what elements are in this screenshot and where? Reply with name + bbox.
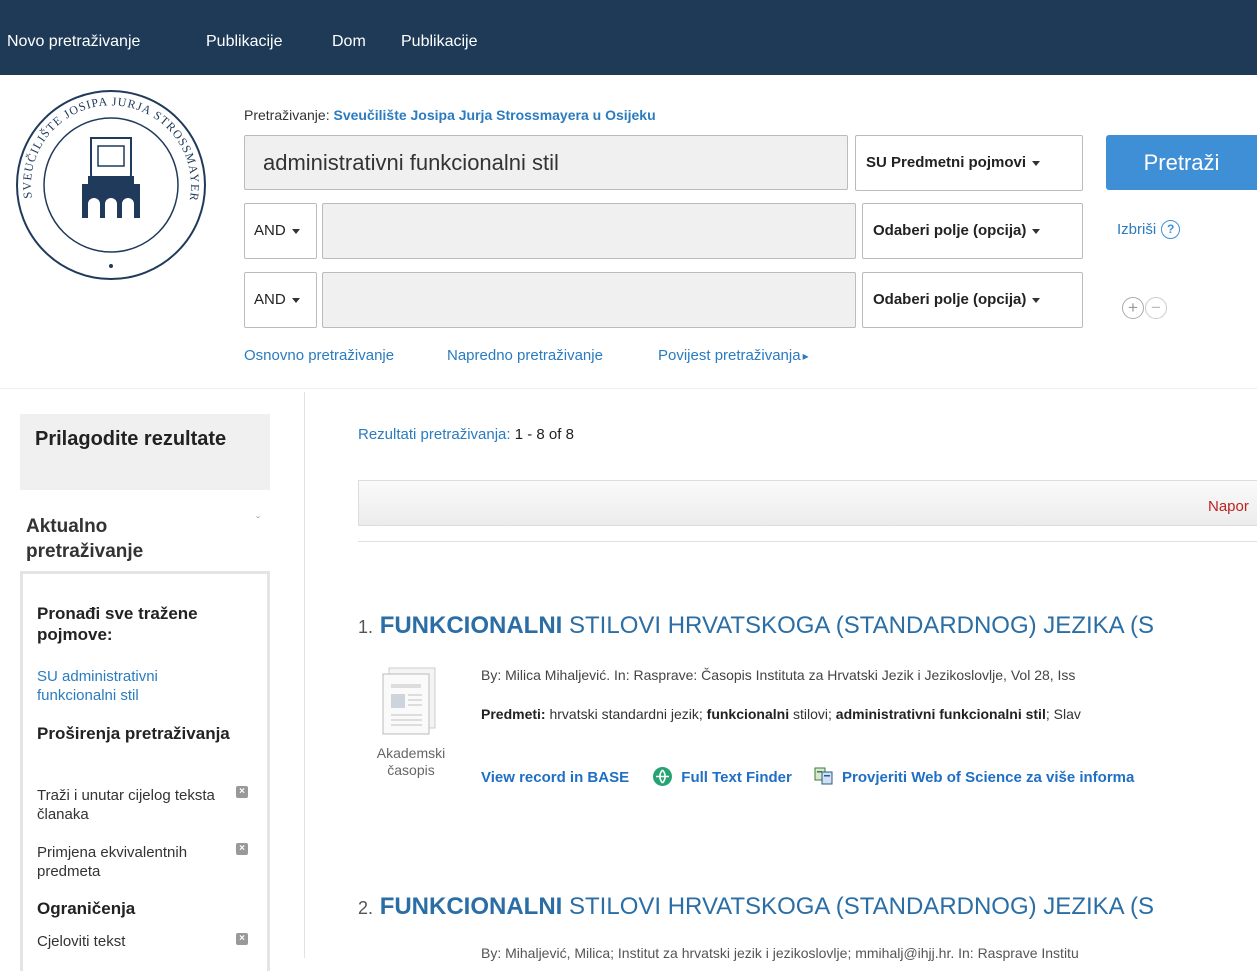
boolean-operator-select-1[interactable]: AND <box>244 203 317 259</box>
search-scope-prefix: Pretraživanje: <box>244 107 330 123</box>
remove-expander-2-icon[interactable]: × <box>236 843 248 855</box>
web-of-science-icon <box>814 767 833 785</box>
result-title-rest: STILOVI HRVATSKOGA (STANDARDNOG) JEZIKA … <box>562 893 1154 920</box>
sidebar-heading: Prilagodite rezultate <box>20 414 270 490</box>
field-select-main[interactable]: SU Predmetni pojmovi <box>855 135 1083 191</box>
search-input-2[interactable] <box>322 203 856 259</box>
search-scope-label: Pretraživanje: Sveučilište Josipa Jurja … <box>244 107 656 123</box>
caret-down-icon <box>1032 160 1041 166</box>
clear-label: Izbriši <box>1117 221 1157 238</box>
field-select-2-label: Odaberi polje (opcija) <box>873 222 1027 239</box>
full-text-finder-link[interactable]: Full Text Finder <box>681 769 792 786</box>
clear-link[interactable]: Izbriši? <box>1117 220 1181 239</box>
chevron-down-icon[interactable]: ˇ <box>256 514 260 528</box>
find-all-terms-value[interactable]: SU administrativni funkcionalni stil <box>37 667 197 705</box>
results-divider <box>358 541 1257 542</box>
subjects-label: Predmeti: <box>481 706 546 722</box>
search-input-3[interactable] <box>322 272 856 328</box>
result-meta: By: Milica Mihaljević. In: Rasprave: Čas… <box>481 667 1076 683</box>
field-select-3-label: Odaberi polje (opcija) <box>873 291 1027 308</box>
header-divider <box>0 388 1257 389</box>
results-toolbar <box>358 480 1257 526</box>
nav-new-search[interactable]: Novo pretraživanje <box>7 33 140 51</box>
boolean-operator-select-2[interactable]: AND <box>244 272 317 328</box>
subjects-part[interactable]: hrvatski standardni jezik; <box>546 706 707 722</box>
nav-publications[interactable]: Publikacije <box>206 33 282 51</box>
sidebar-divider <box>304 392 305 958</box>
triangle-right-icon: ▸ <box>802 349 809 363</box>
advanced-search-link[interactable]: Napredno pretraživanje <box>447 347 603 364</box>
result-title-highlight: FUNKCIONALNI <box>379 612 563 639</box>
publication-type-label: Akademski časopis <box>363 745 459 779</box>
university-seal-logo[interactable]: SVEUČILIŠTE JOSIPA JURJA STROSSMAYERA U … <box>14 88 208 282</box>
limit-full-text: Cjeloviti tekst <box>37 933 126 950</box>
publication-type-line2: časopis <box>387 762 435 778</box>
field-select-main-label: SU Predmetni pojmovi <box>866 154 1027 171</box>
nav-publications-2[interactable]: Publikacije <box>401 33 477 51</box>
expander-full-text: Traži i unutar cijelog teksta članaka <box>37 787 215 823</box>
result-title-highlight: FUNKCIONALNI <box>379 893 563 920</box>
subjects-part[interactable]: ; Slav <box>1046 706 1081 722</box>
boolean-operator-label: AND <box>254 291 286 308</box>
current-search-heading[interactable]: Aktualno pretraživanje <box>26 514 226 564</box>
top-navigation-bar: Novo pretraživanje Publikacije Dom Publi… <box>0 0 1257 75</box>
search-input-main[interactable]: administrativni funkcionalni stil <box>244 135 848 190</box>
result-links: View record in BASE Full Text Finder Pro… <box>481 766 1134 786</box>
subjects-part[interactable]: funkcionalni <box>707 706 789 722</box>
view-record-base-link[interactable]: View record in BASE <box>481 769 629 786</box>
search-button[interactable]: Pretraži <box>1106 135 1257 190</box>
result-title[interactable]: 2. FUNKCIONALNI STILOVI HRVATSKOGA (STAN… <box>358 893 1154 921</box>
academic-journal-icon[interactable] <box>375 664 445 740</box>
publication-type-line1: Akademski <box>376 745 446 761</box>
help-icon[interactable]: ? <box>1161 220 1181 239</box>
web-of-science-link[interactable]: Provjeriti Web of Science za više inform… <box>842 769 1134 786</box>
expander-equivalent-subjects: Primjena ekvivalentnih predmeta <box>37 844 188 880</box>
results-count-label: Rezultati pretraživanja: <box>358 426 511 443</box>
search-history-label: Povijest pretraživanja <box>658 347 801 364</box>
result-meta: By: Mihaljević, Milica; Institut za hrva… <box>481 945 1079 961</box>
subjects-part[interactable]: administrativni funkcionalni stil <box>836 706 1046 722</box>
result-subjects: Predmeti: hrvatski standardni jezik; fun… <box>481 706 1081 722</box>
subjects-part[interactable]: stilovi; <box>789 706 836 722</box>
field-select-3[interactable]: Odaberi polje (opcija) <box>862 272 1083 328</box>
results-toolbar-notice[interactable]: Napor <box>1208 498 1249 515</box>
results-range: 1 - 8 of 8 <box>514 426 574 443</box>
result-title[interactable]: 1. FUNKCIONALNI STILOVI HRVATSKOGA (STAN… <box>358 612 1154 640</box>
expanders-heading: Proširenja pretraživanja <box>37 724 230 743</box>
basic-search-link[interactable]: Osnovno pretraživanje <box>244 347 394 364</box>
find-all-terms-heading: Pronađi sve tražene pojmove: <box>37 604 198 644</box>
limits-heading: Ograničenja <box>37 899 136 918</box>
result-title-rest: STILOVI HRVATSKOGA (STANDARDNOG) JEZIKA … <box>562 612 1154 639</box>
add-row-plus-icon[interactable]: + <box>1122 297 1144 319</box>
caret-down-icon <box>1032 228 1041 234</box>
result-number: 2. <box>358 898 374 918</box>
caret-down-icon <box>1032 297 1041 303</box>
search-history-link[interactable]: Povijest pretraživanja ▸ <box>658 347 809 364</box>
field-select-2[interactable]: Odaberi polje (opcija) <box>862 203 1083 259</box>
nav-home[interactable]: Dom <box>332 33 366 51</box>
result-number: 1. <box>358 617 374 637</box>
remove-expander-1-icon[interactable]: × <box>236 786 248 798</box>
remove-row-minus-icon[interactable]: − <box>1145 297 1167 319</box>
caret-down-icon <box>291 228 300 234</box>
results-count: Rezultati pretraživanja: 1 - 8 of 8 <box>358 426 574 443</box>
remove-limit-1-icon[interactable]: × <box>236 933 248 945</box>
caret-down-icon <box>291 297 300 303</box>
boolean-operator-label: AND <box>254 222 286 239</box>
full-text-finder-icon <box>653 767 673 786</box>
search-scope-institution[interactable]: Sveučilište Josipa Jurja Strossmayera u … <box>333 107 655 123</box>
